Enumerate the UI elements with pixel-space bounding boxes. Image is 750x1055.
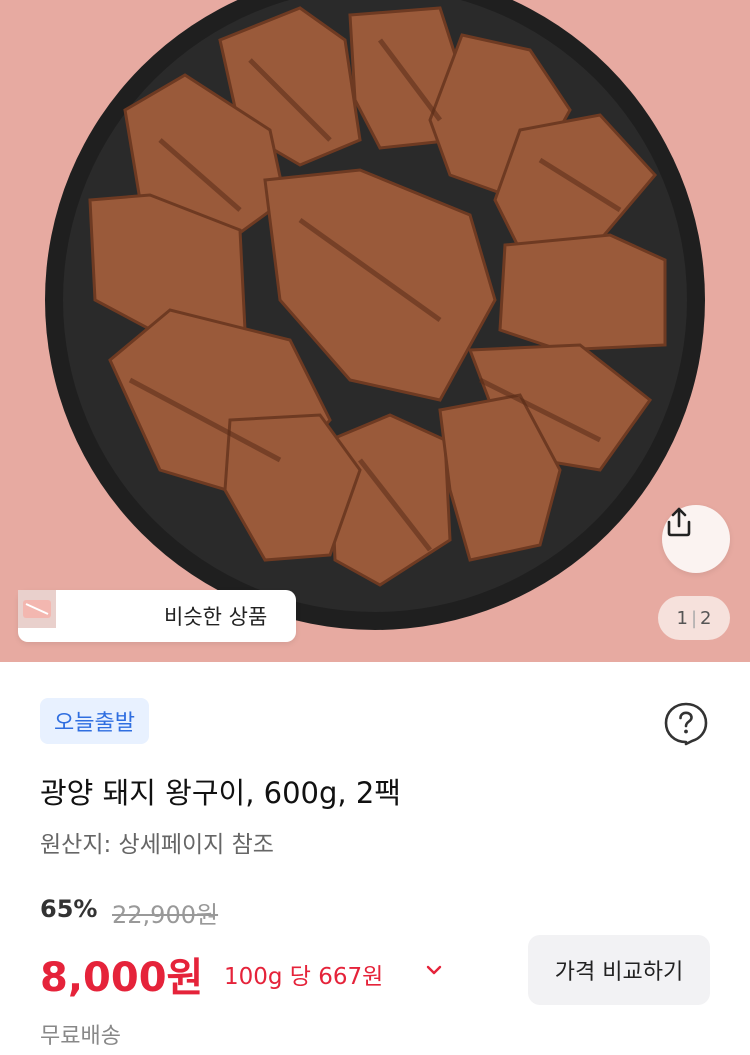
help-chat-icon xyxy=(664,702,708,746)
similar-product-thumbnail xyxy=(18,590,152,635)
share-button[interactable] xyxy=(662,505,730,573)
image-pager: 1 | 2 xyxy=(658,596,730,640)
unit-price[interactable]: 100g 당 667원 xyxy=(224,957,383,991)
shipping-info: 무료배송 xyxy=(40,1024,121,1049)
help-button[interactable] xyxy=(662,700,710,748)
product-title: 광양 돼지 왕구이, 600g, 2팩 xyxy=(40,776,401,810)
similar-products-label: 비슷한 상품 xyxy=(164,605,268,629)
pager-separator: | xyxy=(690,607,698,629)
discount-rate: 65% xyxy=(40,895,98,923)
sale-price: 8,000원 xyxy=(40,955,204,1001)
pager-current: 1 xyxy=(676,607,688,629)
pager-total: 2 xyxy=(700,607,712,629)
original-price: 22,900원 xyxy=(112,901,219,929)
product-image-carousel[interactable]: 비슷한 상품 1 | 2 xyxy=(0,0,750,662)
share-icon xyxy=(667,507,691,537)
chevron-down-icon[interactable] xyxy=(424,960,444,980)
product-origin: 원산지: 상세페이지 참조 xyxy=(40,832,274,858)
similar-product-thumbnail xyxy=(18,590,108,635)
price-compare-button[interactable]: 가격 비교하기 xyxy=(528,935,710,1005)
product-photo xyxy=(0,0,750,662)
similar-products-button[interactable]: 비슷한 상품 xyxy=(18,590,296,642)
delivery-badge: 오늘출발 xyxy=(40,698,149,744)
